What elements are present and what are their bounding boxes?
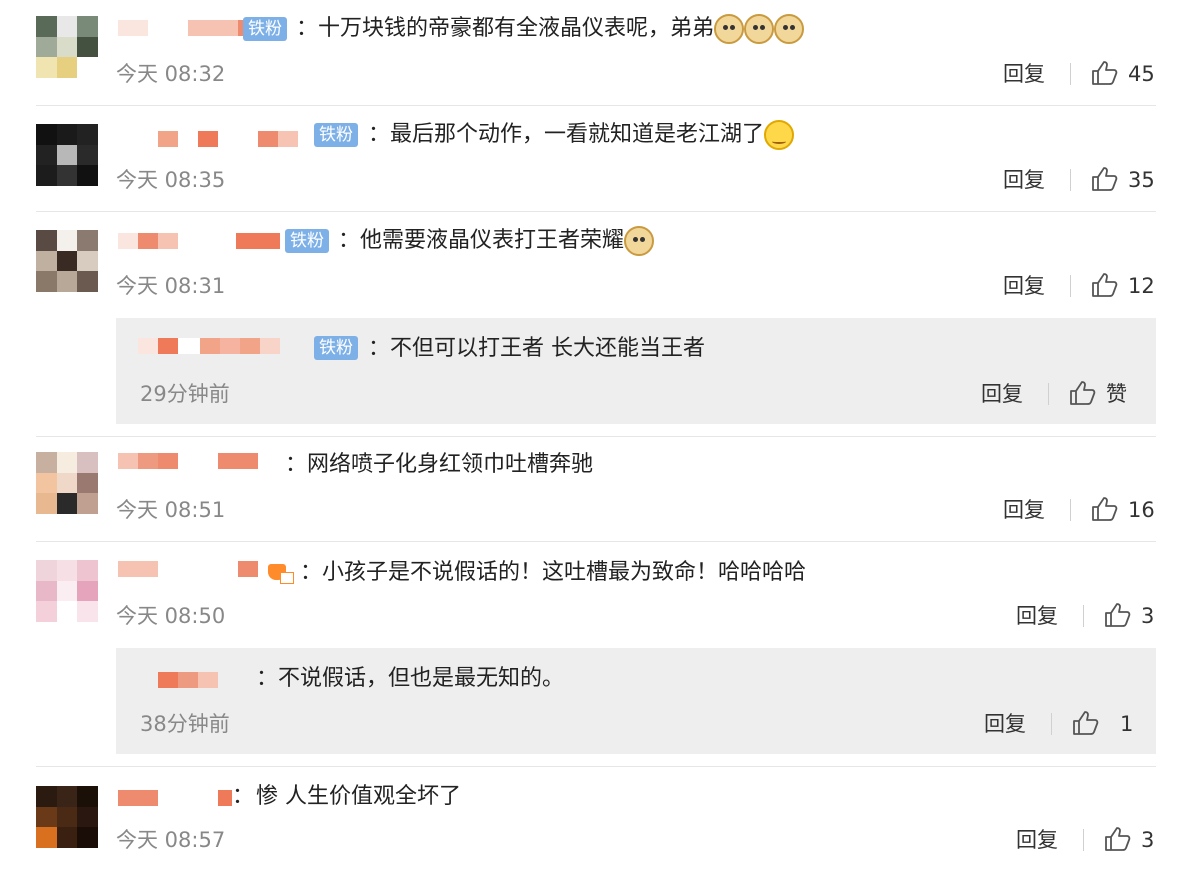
like-count: 12 (1128, 274, 1155, 298)
username[interactable] (118, 233, 280, 249)
comment-colon: ： (338, 228, 361, 253)
username[interactable] (118, 561, 258, 577)
reply-colon: ： (256, 666, 279, 691)
like-count: 1 (1120, 712, 1134, 736)
reply-time: 29分钟前 (140, 382, 230, 406)
vip-crown-icon (268, 560, 294, 584)
reply-button[interactable]: 回复 (984, 711, 1026, 737)
avatar[interactable] (36, 16, 98, 78)
reply-text: 不说假话，但也是最无知的。 (278, 666, 565, 691)
avatar[interactable] (36, 230, 98, 292)
username[interactable] (158, 131, 298, 147)
comment-text: 他需要液晶仪表打王者荣耀 (360, 226, 655, 256)
like-count: 35 (1128, 168, 1155, 192)
comment-time: 今天 08:32 (116, 62, 226, 86)
comment-text: 十万块钱的帝豪都有全液晶仪表呢，弟弟 (318, 14, 805, 44)
comment-time: 今天 08:57 (116, 828, 226, 852)
divider (36, 105, 1156, 106)
divider (36, 211, 1156, 212)
reply-thread: ： 不说假话，但也是最无知的。 38分钟前 回复 1 (116, 648, 1156, 754)
reply-button[interactable]: 回复 (981, 381, 1023, 407)
reply-username[interactable] (138, 338, 280, 354)
thumbs-up-icon[interactable] (1090, 271, 1118, 299)
divider (1083, 829, 1084, 851)
doge-emoji-icon (744, 14, 775, 44)
divider (1070, 169, 1071, 191)
fan-badge: 铁粉 (314, 123, 358, 147)
comment-text: 惨 人生价值观全坏了 (256, 784, 461, 809)
like-count: 16 (1128, 498, 1155, 522)
divider (1070, 499, 1071, 521)
username[interactable] (118, 453, 258, 469)
divider (36, 436, 1156, 437)
like-count: 45 (1128, 62, 1155, 86)
username[interactable] (118, 790, 232, 806)
avatar[interactable] (36, 560, 98, 622)
divider (36, 541, 1156, 542)
avatar[interactable] (36, 124, 98, 186)
comment-colon: ： (285, 452, 308, 477)
reply-thread: 铁粉 ： 不但可以打王者 长大还能当王者 29分钟前 回复 赞 (116, 318, 1156, 424)
divider (1051, 713, 1052, 735)
divider (1083, 605, 1084, 627)
doge-emoji-icon (774, 14, 805, 44)
like-count: 3 (1141, 828, 1155, 852)
reply-username[interactable] (158, 672, 218, 688)
thumbs-up-icon[interactable] (1090, 165, 1118, 193)
thumbs-up-icon[interactable] (1090, 59, 1118, 87)
reply-time: 38分钟前 (140, 712, 230, 736)
reply-button[interactable]: 回复 (1003, 273, 1045, 299)
reply-button[interactable]: 回复 (1003, 61, 1045, 87)
comment-colon: ： (368, 122, 391, 147)
comment-time: 今天 08:35 (116, 168, 226, 192)
smirk-emoji-icon (764, 120, 795, 150)
doge-emoji-icon (714, 14, 745, 44)
divider (1070, 63, 1071, 85)
comment-text: 小孩子是不说假话的！这吐槽最为致命！哈哈哈哈 (322, 560, 807, 585)
divider (1048, 383, 1049, 405)
thumbs-up-icon[interactable] (1090, 495, 1118, 523)
avatar[interactable] (36, 452, 98, 514)
comment-text: 最后那个动作，一看就知道是老江湖了 (390, 120, 795, 150)
thumbs-up-icon[interactable] (1103, 601, 1131, 629)
reply-button[interactable]: 回复 (1003, 167, 1045, 193)
reply-text: 不但可以打王者 长大还能当王者 (390, 336, 705, 361)
thumbs-up-icon[interactable] (1103, 825, 1131, 853)
thumbs-up-icon[interactable] (1071, 709, 1099, 737)
thumbs-up-icon[interactable] (1068, 379, 1096, 407)
reply-colon: ： (368, 336, 391, 361)
comment-time: 今天 08:31 (116, 274, 226, 298)
comment-time: 今天 08:50 (116, 604, 226, 628)
avatar[interactable] (36, 786, 98, 848)
fan-badge: 铁粉 (243, 17, 287, 41)
reply-button[interactable]: 回复 (1016, 827, 1058, 853)
comment-colon: ： (296, 16, 319, 41)
fan-badge: 铁粉 (285, 229, 329, 253)
like-button[interactable]: 赞 (1106, 381, 1127, 407)
divider (36, 766, 1156, 767)
comment-colon: ： (300, 560, 323, 585)
reply-button[interactable]: 回复 (1003, 497, 1045, 523)
comment-text: 网络喷子化身红领巾吐槽奔驰 (307, 452, 594, 477)
reply-button[interactable]: 回复 (1016, 603, 1058, 629)
comment-colon: ： (232, 784, 255, 809)
fan-badge: 铁粉 (314, 336, 358, 360)
divider (1070, 275, 1071, 297)
comment-time: 今天 08:51 (116, 498, 226, 522)
like-count: 3 (1141, 604, 1155, 628)
doge-emoji-icon (624, 226, 655, 256)
